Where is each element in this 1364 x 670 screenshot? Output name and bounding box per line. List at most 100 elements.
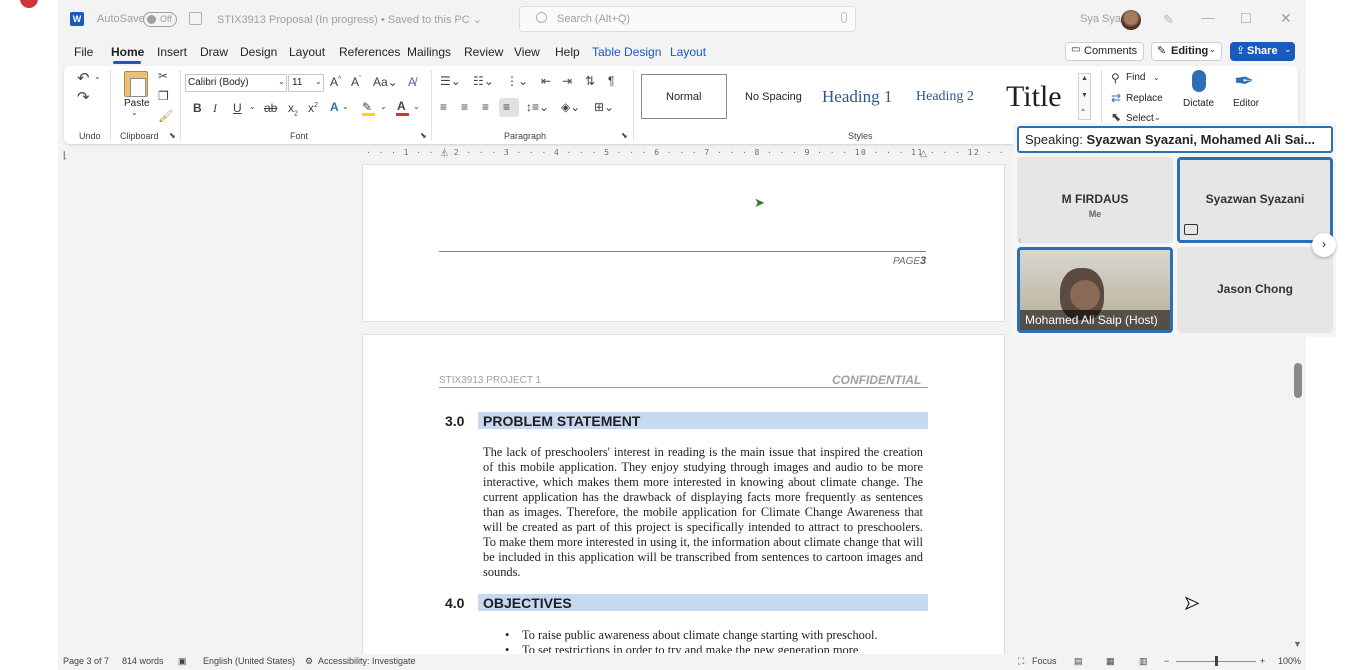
styles-more-icon[interactable]: ⩡ bbox=[1081, 107, 1085, 115]
zoom-level[interactable]: 100% bbox=[1278, 656, 1301, 666]
underline-icon[interactable]: U bbox=[233, 101, 242, 115]
focus-label[interactable]: Focus bbox=[1032, 656, 1057, 666]
microphone-icon[interactable] bbox=[841, 12, 847, 23]
styles-down-icon[interactable]: ▼ bbox=[1081, 92, 1088, 99]
maximize-button[interactable] bbox=[1241, 13, 1251, 23]
text-effects-dropdown-icon[interactable]: ⌄ bbox=[342, 102, 349, 111]
tab-table-layout[interactable]: Layout bbox=[670, 45, 706, 59]
change-case-icon[interactable]: Aa⌄ bbox=[373, 75, 398, 89]
numbering-icon[interactable]: ☷⌄ bbox=[473, 74, 494, 88]
dictate-icon[interactable] bbox=[1192, 70, 1206, 92]
zoom-slider-thumb[interactable] bbox=[1215, 656, 1218, 666]
tab-file[interactable]: File bbox=[74, 45, 93, 59]
borders-icon[interactable]: ⊞⌄ bbox=[594, 100, 614, 114]
clear-formatting-icon[interactable]: A̸ bbox=[408, 75, 416, 89]
font-launcher-icon[interactable]: ⬊ bbox=[420, 131, 427, 140]
document-title[interactable]: STIX3913 Proposal (In progress) • Saved … bbox=[217, 13, 482, 26]
language[interactable]: English (United States) bbox=[203, 656, 295, 666]
align-center-icon[interactable]: ≡ bbox=[461, 100, 468, 114]
tab-review[interactable]: Review bbox=[464, 45, 503, 59]
text-effects-icon[interactable]: A bbox=[330, 100, 339, 114]
web-layout-icon[interactable]: ▥ bbox=[1139, 656, 1148, 667]
list-item[interactable]: To raise public awareness about climate … bbox=[522, 628, 878, 643]
paste-dropdown-icon[interactable]: ⌄ bbox=[131, 108, 138, 117]
font-color-dropdown-icon[interactable]: ⌄ bbox=[413, 102, 420, 111]
pen-icon[interactable]: ✎ bbox=[1163, 12, 1174, 28]
list-item[interactable]: To set restrictions in order to try and … bbox=[522, 643, 922, 653]
minimize-button[interactable]: — bbox=[1201, 9, 1215, 25]
styles-up-icon[interactable]: ▲ bbox=[1081, 75, 1088, 82]
copy-icon[interactable]: ❐ bbox=[158, 89, 169, 103]
redo-icon[interactable]: ↷ bbox=[77, 88, 90, 106]
zoom-out-button[interactable]: − bbox=[1164, 656, 1169, 666]
save-icon[interactable] bbox=[189, 12, 202, 25]
paragraph-launcher-icon[interactable]: ⬊ bbox=[621, 131, 628, 140]
style-no-spacing[interactable]: No Spacing bbox=[745, 91, 802, 103]
style-heading-1[interactable]: Heading 1 bbox=[822, 87, 892, 107]
superscript-icon[interactable]: x2 bbox=[308, 101, 318, 115]
increase-indent-icon[interactable]: ⇥ bbox=[562, 74, 572, 88]
scroll-down-icon[interactable]: ▼ bbox=[1293, 639, 1302, 649]
focus-icon[interactable]: ⛶ bbox=[1018, 656, 1024, 667]
find-label[interactable]: Find bbox=[1126, 72, 1145, 83]
align-right-icon[interactable]: ≡ bbox=[482, 100, 489, 114]
tab-layout[interactable]: Layout bbox=[289, 45, 325, 59]
next-page-button[interactable]: › bbox=[1312, 233, 1336, 257]
problem-statement-paragraph[interactable]: The lack of preschoolers' interest in re… bbox=[483, 445, 923, 580]
select-icon[interactable]: ⬉ bbox=[1111, 110, 1121, 124]
underline-dropdown-icon[interactable]: ⌄ bbox=[249, 102, 256, 111]
line-spacing-icon[interactable]: ↕≡⌄ bbox=[526, 100, 549, 114]
decrease-indent-icon[interactable]: ⇤ bbox=[541, 74, 551, 88]
show-formatting-icon[interactable]: ¶ bbox=[608, 74, 614, 88]
close-button[interactable]: ✕ bbox=[1280, 10, 1292, 27]
editor-icon[interactable]: ✒ bbox=[1234, 67, 1254, 96]
word-count[interactable]: 814 words bbox=[122, 656, 164, 666]
editor-label[interactable]: Editor bbox=[1233, 98, 1259, 109]
strikethrough-icon[interactable]: ab bbox=[264, 101, 277, 115]
dictate-label[interactable]: Dictate bbox=[1183, 98, 1214, 109]
find-dropdown-icon[interactable]: ⌄ bbox=[1153, 73, 1160, 82]
indent-marker[interactable]: ⏃ bbox=[440, 146, 449, 159]
style-title[interactable]: Title bbox=[1006, 80, 1062, 114]
print-layout-icon[interactable]: ▦ bbox=[1106, 656, 1115, 667]
font-color-icon[interactable]: A bbox=[397, 99, 406, 113]
replace-label[interactable]: Replace bbox=[1126, 93, 1163, 104]
tab-references[interactable]: References bbox=[339, 45, 400, 59]
bold-icon[interactable]: B bbox=[193, 101, 202, 115]
read-mode-icon[interactable]: ▤ bbox=[1074, 656, 1083, 667]
page-count[interactable]: Page 3 of 7 bbox=[63, 656, 109, 666]
undo-dropdown-icon[interactable]: ⌄ bbox=[94, 72, 101, 81]
sort-icon[interactable]: ⇅ bbox=[585, 74, 595, 88]
subscript-icon[interactable]: x2 bbox=[288, 101, 298, 117]
proofing-icon[interactable]: ▣ bbox=[178, 656, 187, 667]
align-left-icon[interactable]: ≡ bbox=[440, 100, 447, 114]
previous-page-button[interactable]: ‹ bbox=[1018, 233, 1022, 247]
accessibility-status[interactable]: Accessibility: Investigate bbox=[318, 656, 416, 666]
tab-design[interactable]: Design bbox=[240, 45, 277, 59]
format-painter-icon[interactable]: 🖌 bbox=[158, 109, 173, 123]
bullets-icon[interactable]: ☰⌄ bbox=[440, 74, 461, 88]
highlight-dropdown-icon[interactable]: ⌄ bbox=[380, 102, 387, 111]
shrink-font-icon[interactable]: Aˇ bbox=[351, 75, 361, 89]
tab-selector[interactable]: ⌊ bbox=[63, 150, 67, 161]
share-dropdown-icon[interactable]: ⌄ bbox=[1284, 44, 1292, 55]
avatar[interactable] bbox=[1121, 10, 1141, 30]
tab-table-design[interactable]: Table Design bbox=[592, 45, 661, 59]
find-icon[interactable]: ⚲ bbox=[1111, 71, 1120, 85]
cut-icon[interactable]: ✂ bbox=[158, 69, 168, 83]
clipboard-launcher-icon[interactable]: ⬊ bbox=[169, 131, 176, 140]
right-indent-marker[interactable]: △ bbox=[920, 148, 927, 159]
tab-insert[interactable]: Insert bbox=[157, 45, 187, 59]
multilevel-list-icon[interactable]: ⋮⌄ bbox=[506, 74, 528, 88]
undo-icon[interactable]: ↶ bbox=[77, 69, 90, 87]
style-heading-2[interactable]: Heading 2 bbox=[916, 89, 974, 105]
highlight-icon[interactable]: ✎ bbox=[362, 100, 372, 114]
zoom-in-button[interactable]: + bbox=[1260, 656, 1265, 666]
select-dropdown-icon[interactable]: ⌄ bbox=[1154, 113, 1161, 122]
tab-mailings[interactable]: Mailings bbox=[407, 45, 451, 59]
vertical-scrollbar-thumb[interactable] bbox=[1294, 363, 1302, 398]
page-3[interactable] bbox=[362, 164, 1005, 322]
shading-icon[interactable]: ◈⌄ bbox=[561, 100, 580, 114]
replace-icon[interactable]: ⇄ bbox=[1111, 91, 1121, 105]
tab-home[interactable]: Home bbox=[111, 45, 144, 59]
